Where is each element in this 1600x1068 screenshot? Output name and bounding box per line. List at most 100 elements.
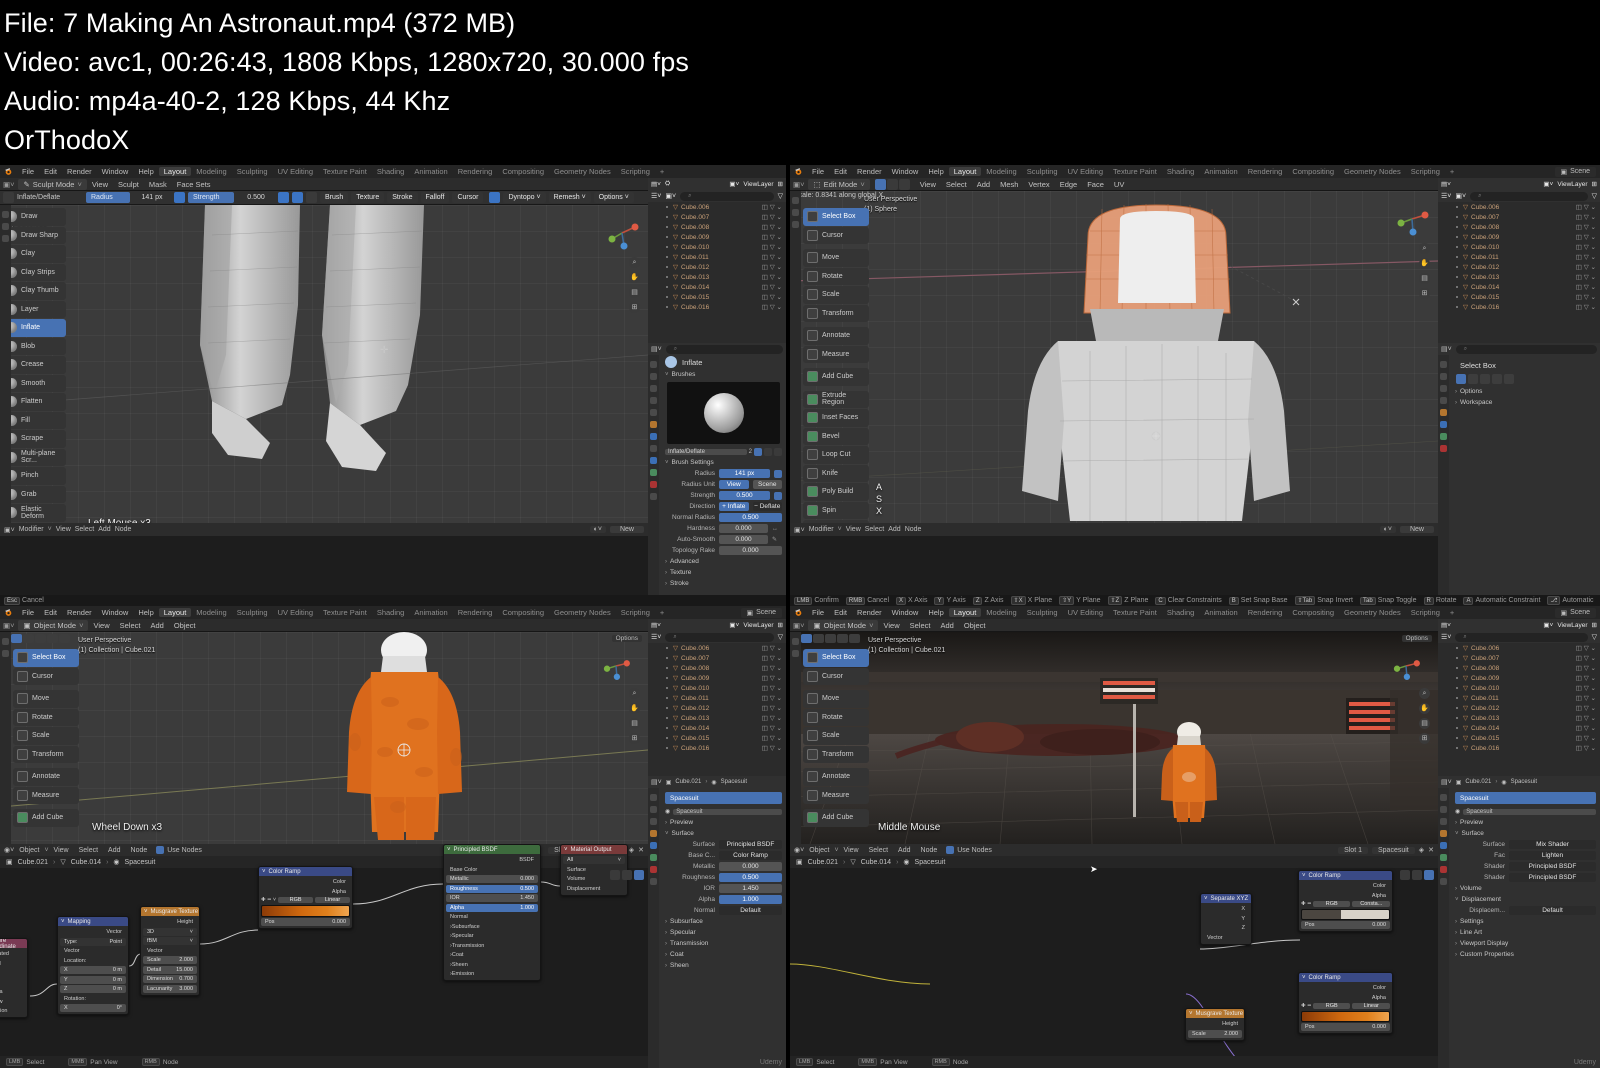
tool-select-box[interactable]: Select Box	[13, 649, 79, 667]
tl-properties-tab-rail[interactable]	[648, 355, 659, 595]
tab-data-icon[interactable]	[650, 469, 657, 476]
brush-users-count[interactable]: 2	[749, 449, 752, 455]
tool-loop-cut[interactable]: Loop Cut	[803, 446, 869, 464]
prop-radius[interactable]: Radius 141 px	[661, 468, 786, 479]
tab-data-icon[interactable]	[1440, 854, 1447, 861]
node-mapping[interactable]: ˅ Mapping Vector Type: Point Vector Locati…	[57, 916, 129, 1015]
pan-hand-icon[interactable]: ✋	[1419, 258, 1430, 269]
tool-cursor[interactable]: Cursor	[13, 667, 79, 685]
display-mode-icon[interactable]: ☰˅	[1441, 192, 1451, 200]
outliner-row-icons[interactable]: ◫ ▽ ⌄	[1576, 273, 1600, 281]
outliner-row-icons[interactable]: ◫ ▽ ⌄	[1576, 213, 1600, 221]
node-principled-bsdf[interactable]: ˅ Principled BSDF BSDF Base Color Metalli…	[443, 844, 541, 981]
menu-view[interactable]: View	[846, 526, 861, 533]
menu-help[interactable]: Help	[133, 167, 158, 176]
outliner-filter-icon[interactable]: ▽	[1592, 633, 1597, 641]
section-line-art[interactable]: › Line Art	[1451, 927, 1600, 938]
menu-edit[interactable]: Edit	[829, 167, 852, 176]
br-material-properties[interactable]: ▤˅ ▣ Cube.021 › ◉ Spacesuit Spacesuit ◉ …	[1438, 776, 1600, 1068]
br-options-button[interactable]: Options	[1401, 635, 1432, 642]
tab-material-icon[interactable]	[650, 481, 657, 488]
menu-view[interactable]: View	[878, 621, 904, 630]
material-datablock-row[interactable]: ◉ Spacesuit	[1451, 806, 1600, 817]
zoom-icon[interactable]: ⌕	[1419, 688, 1430, 699]
tool-move[interactable]: Move	[803, 690, 869, 708]
menu-add[interactable]: Add	[972, 180, 995, 189]
tab-output-icon[interactable]	[650, 818, 657, 825]
outliner-search-input[interactable]: ⌕	[680, 191, 774, 201]
menu-add[interactable]: Add	[103, 847, 125, 854]
section-settings[interactable]: › Settings	[1451, 916, 1600, 927]
section-texture[interactable]: › Texture	[661, 567, 786, 578]
menu-window[interactable]: Window	[887, 608, 924, 617]
workspace-tab-scripting[interactable]: Scripting	[1406, 167, 1445, 176]
mode-selector[interactable]: ▣ Object Mode ˅	[18, 619, 89, 631]
tab-tool-icon[interactable]	[1440, 794, 1447, 801]
tl-outliner-filter-row[interactable]: ☰˅ ▣˅ ⌕ ▽	[648, 190, 786, 202]
tool-cursor[interactable]: Cursor	[803, 226, 869, 244]
outliner-row-icons[interactable]: ◫ ▽ ⌄	[762, 223, 786, 231]
br-topbar[interactable]: File Edit Render Window Help Layout Mode…	[790, 606, 1600, 619]
ramp-gradient-bar[interactable]	[1301, 908, 1390, 920]
prop-ior[interactable]: IOR 1.450	[661, 883, 786, 894]
br-toolbar[interactable]: Select Box Cursor Move Rotate Scale Tran…	[801, 646, 871, 828]
rail-icon-1[interactable]	[792, 197, 799, 204]
tr-left-icon-rail[interactable]	[790, 191, 801, 523]
workspace-tab-geometry-nodes[interactable]: Geometry Nodes	[1339, 167, 1406, 176]
auto-smooth-pressure-icon[interactable]: ✎	[772, 536, 782, 543]
cursor-menu[interactable]: Cursor	[452, 192, 484, 203]
viewlayer-add-icon[interactable]: ⊞	[1592, 621, 1597, 629]
select-subtract-icon[interactable]	[1480, 374, 1490, 384]
workspace-tab-layout[interactable]: Layout	[948, 167, 982, 176]
tab-material-icon[interactable]	[650, 866, 657, 873]
menu-add[interactable]: Add	[145, 621, 168, 630]
bl-outliner-properties-column[interactable]: ▤˅ ▣˅ ViewLayer ⊞ ☰˅ ⌕ ▽ ▽ Cube.006 ◫ ▽ ⌄ …	[648, 619, 786, 1068]
menu-render[interactable]: Render	[62, 167, 97, 176]
tool-clay-thumb[interactable]: Clay Thumb	[2, 282, 66, 300]
collection-icon[interactable]: ▣˅	[1455, 192, 1466, 200]
tl-outliner-list[interactable]: ▽ Cube.006 ◫ ▽ ⌄ ▽ Cube.007 ◫ ▽ ⌄ ▽ Cube.008 ◫…	[648, 202, 786, 342]
tool-elastic-deform[interactable]: Elastic Deform	[2, 504, 66, 522]
menu-help[interactable]: Help	[923, 167, 948, 176]
workspace-tab-sculpting[interactable]: Sculpting	[232, 167, 273, 176]
brush-menu[interactable]: Brush	[320, 192, 349, 203]
ramp-remove-icon[interactable]: ━	[1308, 1003, 1311, 1009]
tool-cursor[interactable]: Cursor	[803, 667, 869, 685]
tr-topbar[interactable]: File Edit Render Window Help Layout Mode…	[790, 165, 1600, 178]
tool-spin[interactable]: Spin	[803, 501, 869, 519]
br-outliner-properties-column[interactable]: ▤˅ ▣˅ ViewLayer ⊞ ☰˅ ⌕ ▽ ▽ Cube.006 ◫ ▽ ⌄ …	[1438, 619, 1600, 1068]
editor-type-icon[interactable]: ▣˅	[3, 180, 14, 189]
remesh-button[interactable]: Remesh ˅	[548, 192, 591, 203]
menu-uv[interactable]: UV	[1109, 180, 1129, 189]
tab-render-icon[interactable]	[1440, 806, 1447, 813]
br-viewport[interactable]: User Perspective (1) Collection | Cube.0…	[790, 632, 1438, 844]
collection-icon[interactable]: ▣˅	[665, 192, 676, 200]
tab-texture-icon[interactable]	[650, 878, 657, 885]
camera-icon[interactable]: ▤	[1419, 273, 1430, 284]
tr-options-section[interactable]: › Options	[1451, 386, 1600, 397]
editor-type-icon[interactable]: ▣˅	[4, 526, 15, 534]
brush-datablock-name[interactable]: Inflate/Deflate	[665, 448, 747, 455]
tool-bevel[interactable]: Bevel	[803, 427, 869, 445]
display-mode-icon[interactable]: ☰˅	[651, 192, 661, 200]
tab-output-icon[interactable]	[650, 385, 657, 392]
rail-icon-1[interactable]	[792, 638, 799, 645]
tab-output-icon[interactable]	[1440, 818, 1447, 825]
menu-select[interactable]: Select	[905, 621, 936, 630]
viewlayer-name[interactable]: ViewLayer	[1557, 181, 1587, 188]
workspace-tab-add[interactable]: +	[1445, 608, 1459, 617]
menu-node[interactable]: Node	[115, 526, 132, 533]
breadcrumb-object[interactable]: Cube.021	[808, 859, 838, 866]
tool-move[interactable]: Move	[803, 249, 869, 267]
section-advanced[interactable]: › Advanced	[661, 556, 786, 567]
outliner-filter-icon[interactable]: ▽	[778, 633, 783, 641]
tool-rotate[interactable]: Rotate	[13, 708, 79, 726]
tr-select-mode-row[interactable]	[1451, 372, 1600, 386]
outliner-row-icons[interactable]: ◫ ▽ ⌄	[762, 233, 786, 241]
tool-transform[interactable]: Transform	[803, 304, 869, 322]
mode-selector[interactable]: ⬚ Edit Mode ˅	[808, 178, 870, 190]
select-subtract-icon[interactable]	[35, 634, 46, 643]
tool-clay[interactable]: Clay	[2, 245, 66, 263]
workspace-tab-geometry-nodes[interactable]: Geometry Nodes	[549, 608, 616, 617]
node-color-ramp-lower[interactable]: ˅ Color Ramp Color Alpha ✚ ━ RGB Linear P…	[1298, 972, 1393, 1034]
